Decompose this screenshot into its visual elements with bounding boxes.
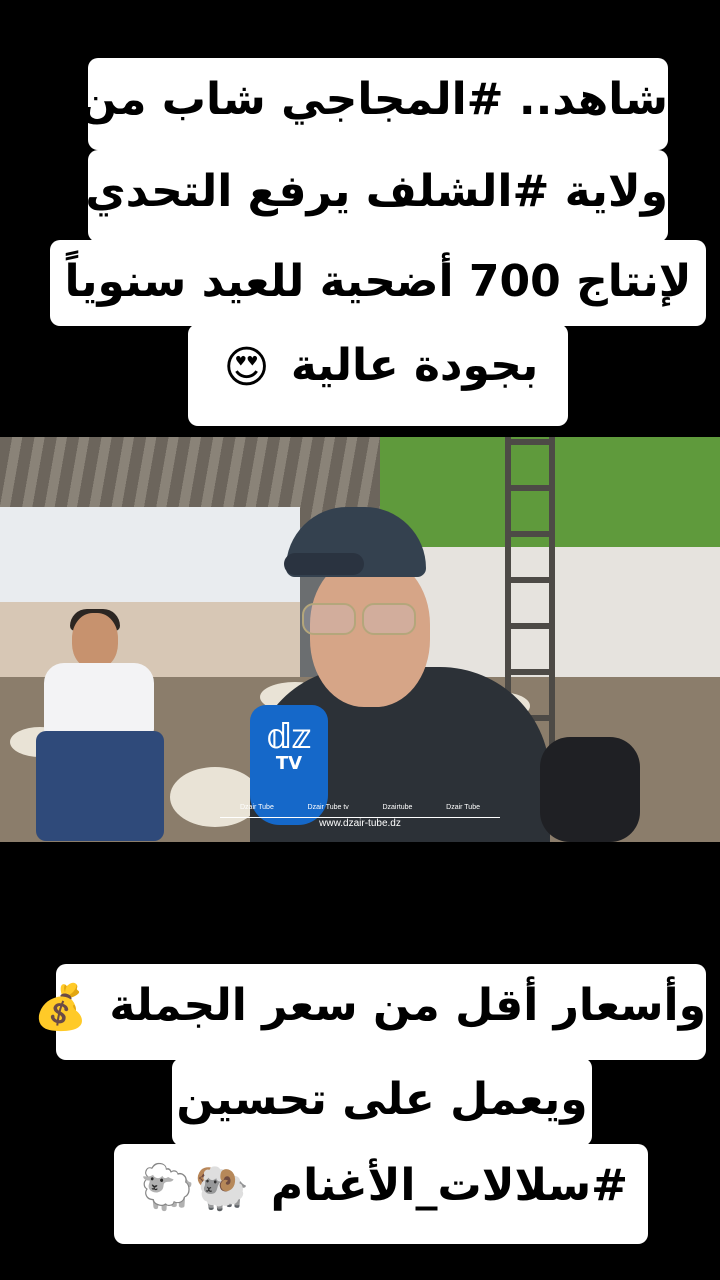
youtube-handle: Dzair Tube tv — [307, 803, 349, 811]
mic-label: TV — [275, 753, 303, 774]
ram-sheep-emoji-icon: 🐏🐑 — [139, 1162, 250, 1213]
motorcycle-shape — [540, 737, 640, 842]
facebook-handle: Dzair Tube — [240, 803, 274, 811]
caption-top-line-3: لإنتاج 700 أضحية للعيد سنوياً — [50, 240, 706, 326]
caption-text: ويعمل على تحسين — [176, 1074, 588, 1125]
caption-top-line-4: بجودة عالية 😍 — [188, 324, 568, 426]
caption-top-line-1: شاهد.. #المجاجي شاب من — [80, 58, 668, 150]
caption-text: وأسعار أقل من سعر الجملة — [109, 980, 706, 1031]
instagram-handle: Dzairtube — [382, 803, 413, 811]
boy-figure — [36, 609, 166, 842]
money-bag-emoji-icon: 💰 — [33, 982, 89, 1033]
website-url: www.dzair-tube.dz — [220, 817, 500, 836]
twitter-handle: Dzair Tube — [446, 803, 480, 811]
social-handles-bar: Dzair Tube Dzair Tube tv Dzairtube Dzair… — [240, 799, 480, 815]
caption-bottom-line-2: ويعمل على تحسين — [172, 1058, 592, 1146]
caption-text: ولاية #الشلف يرفع التحدي — [85, 166, 668, 217]
caption-top-line-2: ولاية #الشلف يرفع التحدي — [85, 150, 668, 242]
caption-bottom-line-1: وأسعار أقل من سعر الجملة 💰 — [33, 964, 706, 1060]
caption-text: #سلالات_الأغنام — [270, 1160, 629, 1211]
caption-text: شاهد.. #المجاجي شاب من — [79, 74, 668, 125]
heart-eyes-emoji-icon: 😍 — [223, 342, 270, 393]
video-frame[interactable]: 𝕕𝕫 TV Dzair Tube Dzair Tube tv Dzairtube… — [0, 437, 720, 842]
caption-text: بجودة عالية — [290, 340, 539, 391]
caption-text: لإنتاج 700 أضحية للعيد سنوياً — [64, 256, 692, 307]
caption-bottom-line-3: #سلالات_الأغنام 🐏🐑 — [114, 1144, 648, 1244]
